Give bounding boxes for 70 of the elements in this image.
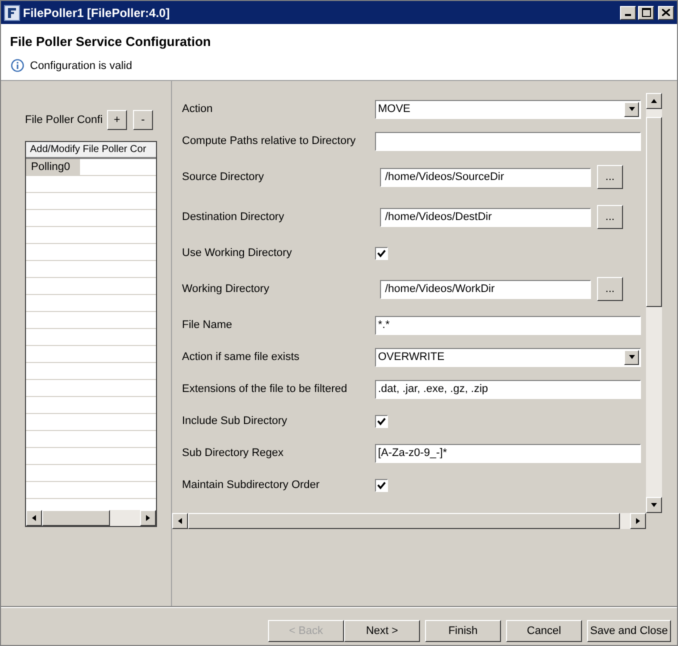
- arrow-icon: [144, 514, 152, 522]
- field-label: Action if same file exists: [182, 350, 300, 365]
- field-label: Working Directory: [182, 282, 270, 297]
- info-icon: [11, 59, 24, 72]
- maximize-button[interactable]: [638, 6, 654, 20]
- maximize-icon: [642, 8, 650, 17]
- window-title: FilePoller1 [FilePoller:4.0]: [23, 4, 170, 22]
- minimize-button[interactable]: [620, 6, 636, 20]
- browse-button[interactable]: ...: [597, 277, 623, 301]
- scroll-button[interactable]: [26, 510, 42, 526]
- dropdown-value: OVERWRITE: [378, 350, 444, 365]
- checkbox[interactable]: [375, 246, 388, 260]
- field-label: Include Sub Directory: [182, 414, 288, 429]
- wizard-button[interactable]: Finish: [425, 620, 501, 642]
- minimize-icon: [625, 14, 631, 16]
- input-field[interactable]: /home/Videos/WorkDir: [380, 280, 591, 298]
- scroll-thumb[interactable]: [42, 510, 110, 526]
- checkbox[interactable]: [375, 414, 388, 428]
- column-header: Add/Modify File Poller Cor: [26, 142, 156, 159]
- arrow-icon: [30, 514, 38, 522]
- vertical-scrollbar[interactable]: [646, 93, 662, 513]
- arrow-icon: [650, 97, 658, 105]
- dropdown[interactable]: OVERWRITE: [375, 348, 641, 366]
- dropdown-button[interactable]: [624, 102, 639, 116]
- wizard-button[interactable]: Cancel: [506, 620, 582, 642]
- caret-icon: [628, 353, 636, 361]
- scroll-button[interactable]: [646, 93, 662, 109]
- status-message: Configuration is valid: [30, 58, 132, 74]
- field-label: Sub Directory Regex: [182, 446, 284, 461]
- input-field[interactable]: [375, 132, 641, 150]
- dropdown-button[interactable]: [624, 350, 639, 364]
- close-button[interactable]: [658, 6, 674, 20]
- field-label: Extensions of the file to be filtered: [182, 382, 348, 397]
- remove-button[interactable]: -: [133, 110, 153, 130]
- app-icon: [4, 4, 20, 20]
- browse-button[interactable]: ...: [597, 205, 623, 229]
- close-icon: [662, 9, 670, 16]
- table-row[interactable]: Polling0: [26, 159, 80, 175]
- field-label: Action: [182, 102, 214, 117]
- horizontal-scrollbar[interactable]: [26, 510, 156, 526]
- input-field[interactable]: /home/Videos/SourceDir: [380, 168, 591, 186]
- add-button[interactable]: +: [107, 110, 127, 130]
- dropdown-value: MOVE: [378, 102, 410, 117]
- input-field[interactable]: .dat, .jar, .exe, .gz, .zip: [375, 380, 641, 398]
- scroll-button[interactable]: [140, 510, 156, 526]
- field-label: Use Working Directory: [182, 246, 293, 261]
- list-label: File Poller Confi: [25, 112, 104, 128]
- input-field[interactable]: [A-Za-z0-9_-]*: [375, 444, 641, 462]
- check-icon: [377, 480, 386, 490]
- browse-button[interactable]: ...: [597, 165, 623, 189]
- scroll-button[interactable]: [172, 513, 188, 529]
- input-field[interactable]: *.*: [375, 316, 641, 334]
- scroll-button[interactable]: [646, 497, 662, 513]
- caret-icon: [628, 105, 636, 113]
- checkbox[interactable]: [375, 478, 388, 492]
- field-label: File Name: [182, 318, 234, 333]
- field-label: Source Directory: [182, 170, 265, 185]
- scroll-thumb[interactable]: [646, 117, 662, 307]
- page-title: File Poller Service Configuration: [10, 33, 212, 51]
- arrow-icon: [176, 517, 184, 525]
- dropdown[interactable]: MOVE: [375, 100, 641, 118]
- check-icon: [377, 416, 386, 426]
- field-label: Compute Paths relative to Directory: [182, 134, 357, 149]
- input-field[interactable]: /home/Videos/DestDir: [380, 208, 591, 226]
- field-label: Maintain Subdirectory Order: [182, 478, 321, 493]
- wizard-button[interactable]: Next >: [344, 620, 420, 642]
- wizard-button[interactable]: Save and Close: [587, 620, 671, 642]
- scroll-button[interactable]: [630, 513, 646, 529]
- check-icon: [377, 248, 386, 258]
- field-label: Destination Directory: [182, 210, 286, 225]
